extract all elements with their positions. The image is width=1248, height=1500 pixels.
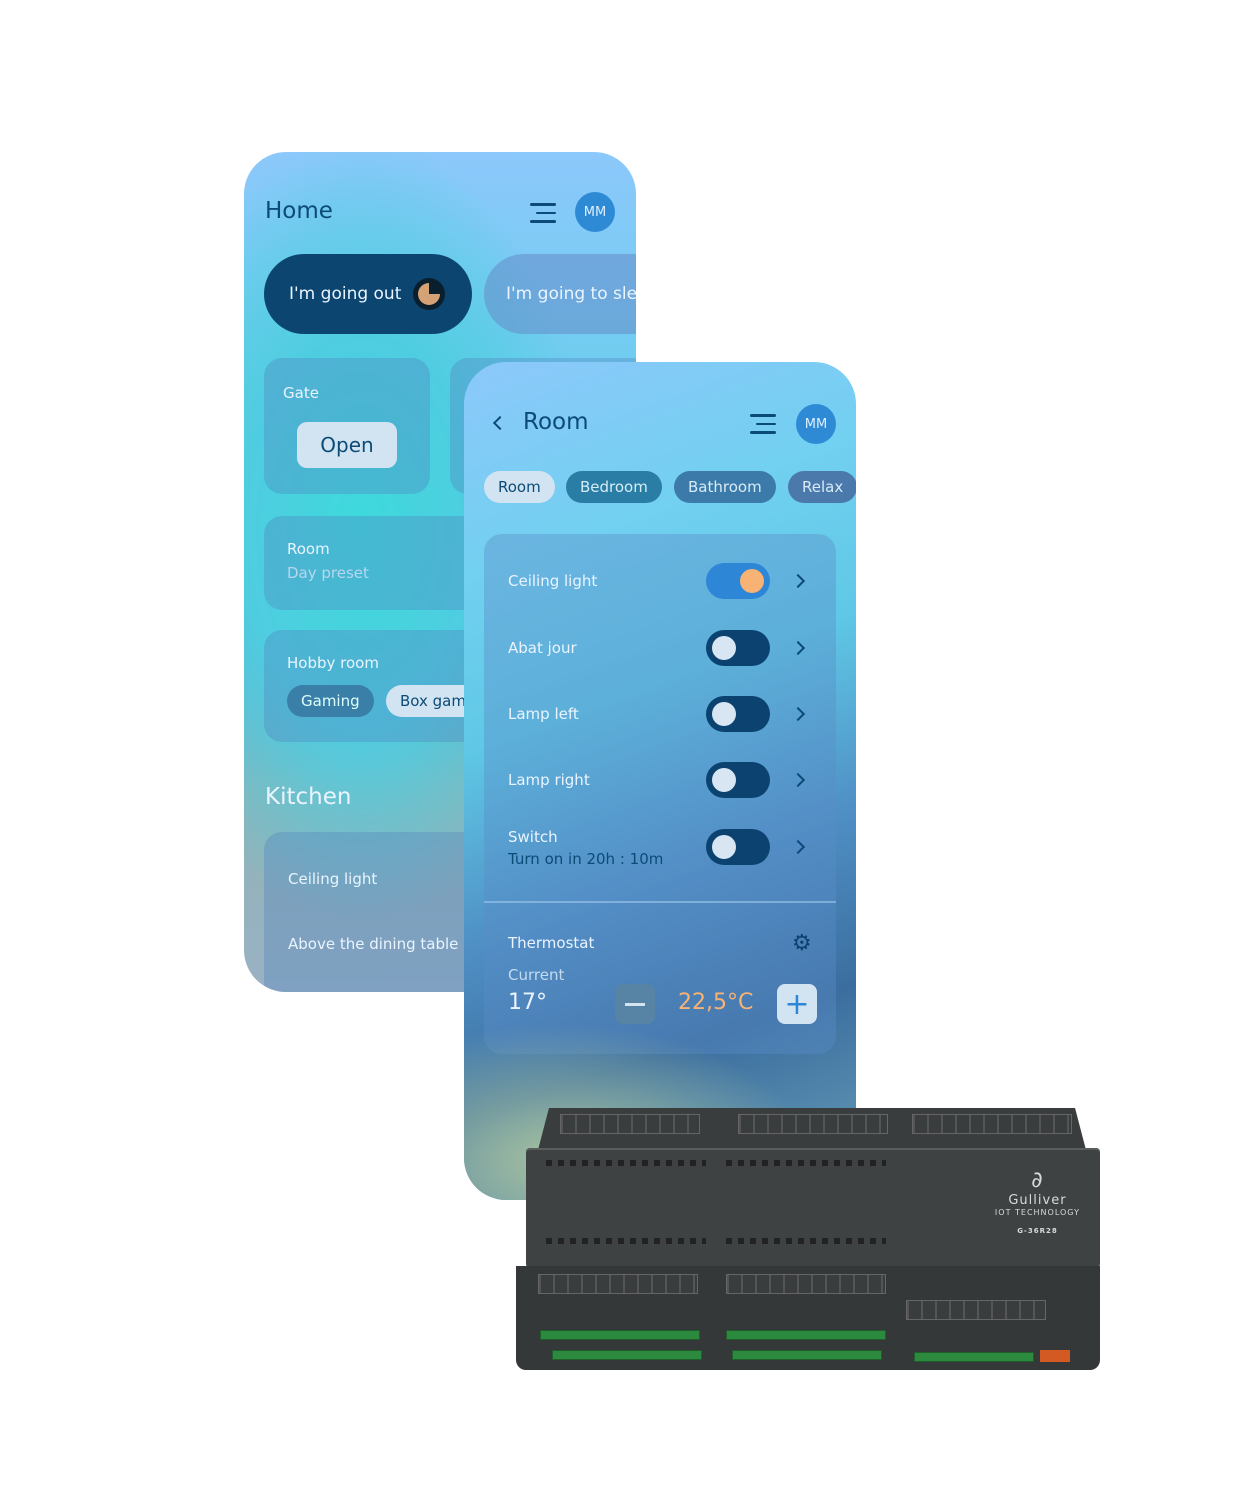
scene-label: I'm going out	[289, 284, 402, 304]
tab-relax[interactable]: Relax	[788, 471, 856, 503]
hobby-title: Hobby room	[287, 654, 379, 672]
device-name: Ceiling light	[508, 572, 598, 590]
lamp-left-toggle[interactable]	[706, 696, 770, 732]
gear-icon[interactable]: ⚙	[792, 933, 812, 955]
gate-label: Gate	[283, 384, 319, 402]
avatar[interactable]: MM	[796, 404, 836, 444]
page-title: Home	[265, 198, 333, 224]
chip-gaming[interactable]: Gaming	[287, 685, 374, 717]
device-name: Lamp right	[508, 771, 590, 789]
device-brand: Gulliver	[1008, 1193, 1067, 1208]
device-name: Lamp left	[508, 705, 579, 723]
ceiling-light-toggle[interactable]	[706, 563, 770, 599]
gate-card: Gate Open	[264, 358, 430, 494]
scene-going-out[interactable]: I'm going out	[264, 254, 472, 334]
timer-icon	[413, 278, 446, 310]
device-tagline: IOT TECHNOLOGY	[994, 1208, 1080, 1217]
switch-toggle[interactable]	[706, 829, 770, 865]
scene-label: I'm going to sle	[506, 284, 636, 304]
gulliver-logo-mark: ∂	[1031, 1168, 1044, 1193]
tab-bathroom[interactable]: Bathroom	[674, 471, 776, 503]
abat-jour-toggle[interactable]	[706, 630, 770, 666]
minus-icon	[625, 1002, 645, 1006]
plus-icon: +	[784, 986, 810, 1022]
lamp-right-toggle[interactable]	[706, 762, 770, 798]
kitchen-item[interactable]: Ceiling light	[288, 870, 377, 888]
increase-button[interactable]: +	[777, 984, 817, 1024]
scene-going-to-sleep[interactable]: I'm going to sle	[484, 254, 636, 334]
back-icon[interactable]	[492, 415, 508, 431]
current-temperature: 17°	[508, 990, 547, 1015]
gulliver-logo: ∂ Gulliver IOT TECHNOLOGY G-36R28	[995, 1168, 1080, 1235]
tab-room[interactable]: Room	[484, 471, 555, 503]
room-screen: Room MM Room Bedroom Bathroom Relax Ceil…	[464, 362, 856, 1200]
thermostat-title: Thermostat	[508, 934, 595, 952]
devices-card: Ceiling light Abat jour Lamp left Lamp r…	[484, 534, 836, 1054]
page-title: Room	[523, 409, 589, 435]
gulliver-controller-image: ∂ Gulliver IOT TECHNOLOGY G-36R28	[516, 1108, 1100, 1370]
device-model: G-36R28	[1017, 1227, 1058, 1235]
divider	[484, 901, 836, 903]
device-name: Abat jour	[508, 639, 577, 657]
chevron-right-icon[interactable]	[790, 839, 806, 855]
menu-icon[interactable]	[750, 414, 776, 434]
room-card-subtitle: Day preset	[287, 564, 369, 582]
decrease-button[interactable]	[615, 984, 655, 1024]
avatar[interactable]: MM	[575, 192, 615, 232]
current-label: Current	[508, 966, 565, 984]
room-card-title: Room	[287, 540, 330, 558]
chevron-right-icon[interactable]	[790, 772, 806, 788]
chevron-right-icon[interactable]	[790, 706, 806, 722]
kitchen-item[interactable]: Above the dining table	[288, 935, 458, 953]
menu-icon[interactable]	[530, 203, 556, 223]
chevron-right-icon[interactable]	[790, 573, 806, 589]
gate-open-button[interactable]: Open	[297, 422, 397, 468]
target-temperature: 22,5°C	[678, 990, 754, 1015]
tab-bedroom[interactable]: Bedroom	[566, 471, 662, 503]
chevron-right-icon[interactable]	[790, 640, 806, 656]
device-name: Switch	[508, 828, 558, 846]
kitchen-heading: Kitchen	[265, 784, 352, 810]
device-schedule: Turn on in 20h : 10m	[508, 850, 664, 868]
